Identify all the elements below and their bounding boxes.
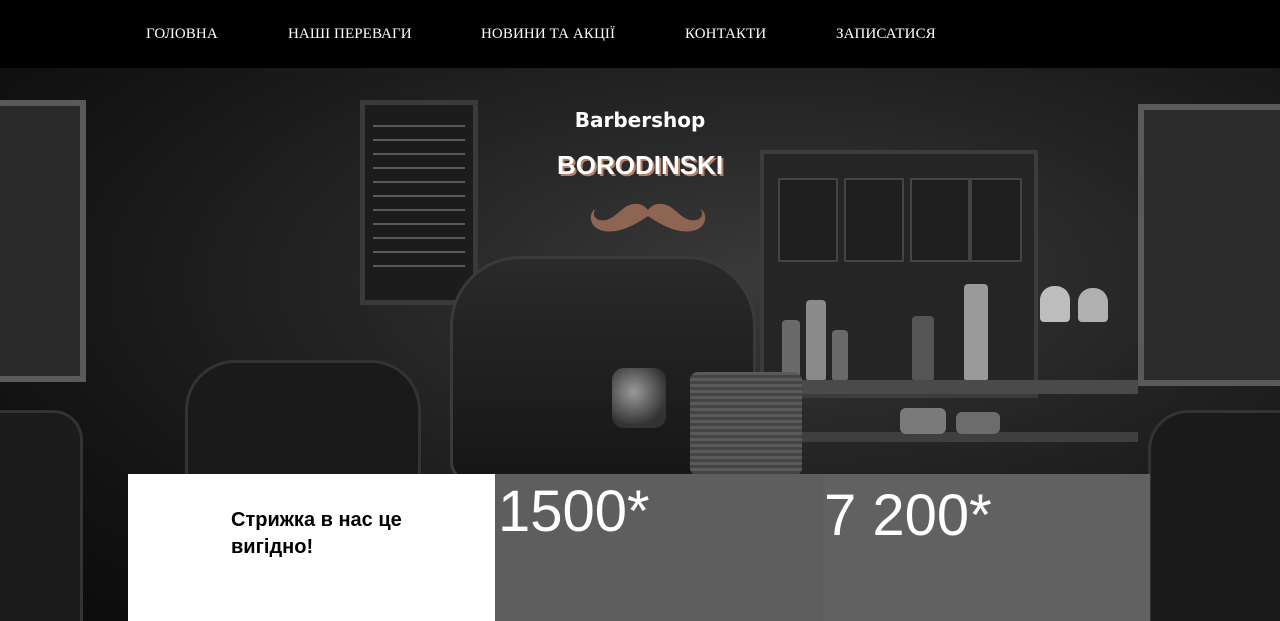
towel-image xyxy=(690,372,802,476)
cabinet-image xyxy=(760,150,1038,398)
nav-link-news[interactable]: НОВИНИ ТА АКЦІЇ xyxy=(481,26,615,43)
logo-subtitle: Barbershop xyxy=(574,108,706,132)
price-panel-2: 7 200* xyxy=(823,474,1150,621)
jar-image xyxy=(956,412,1000,434)
price-value-1: 1500* xyxy=(498,479,650,544)
price-board-image xyxy=(360,100,478,305)
offer-panel: Стрижка в нас це вигідно! xyxy=(128,474,495,621)
nav-link-contacts[interactable]: КОНТАКТИ xyxy=(685,26,766,43)
shaving-brush-image xyxy=(1040,286,1070,322)
bottle-image xyxy=(806,300,826,380)
offer-headline: Стрижка в нас це вигідно! xyxy=(231,509,402,558)
barber-chair-left-image xyxy=(0,410,83,621)
bottle-image xyxy=(832,330,848,380)
shaving-brush-image xyxy=(1078,288,1108,322)
mustache-icon xyxy=(590,203,706,232)
chair-chrome-image xyxy=(612,368,666,428)
bottle-image xyxy=(964,284,988,380)
bottle-image xyxy=(912,316,934,380)
barber-chair-right-image xyxy=(1148,410,1280,621)
shelf xyxy=(760,432,1138,442)
jar-image xyxy=(900,408,946,434)
price-value-2: 7 200* xyxy=(824,483,992,548)
price-panel-1: 1500* xyxy=(495,474,823,621)
top-navigation: ГОЛОВНА НАШІ ПЕРЕВАГИ НОВИНИ ТА АКЦІЇ КО… xyxy=(0,0,1280,68)
logo-title: BORODINSKI xyxy=(556,150,724,180)
barber-chair-arm-image xyxy=(185,360,421,486)
nav-link-home[interactable]: ГОЛОВНА xyxy=(146,26,218,43)
nav-link-signup[interactable]: ЗАПИСАТИСЯ xyxy=(836,26,936,43)
nav-link-advantages[interactable]: НАШІ ПЕРЕВАГИ xyxy=(288,26,412,43)
wall-frame-left xyxy=(0,100,86,382)
wall-frame-right xyxy=(1138,104,1280,386)
bottle-image xyxy=(782,320,800,380)
